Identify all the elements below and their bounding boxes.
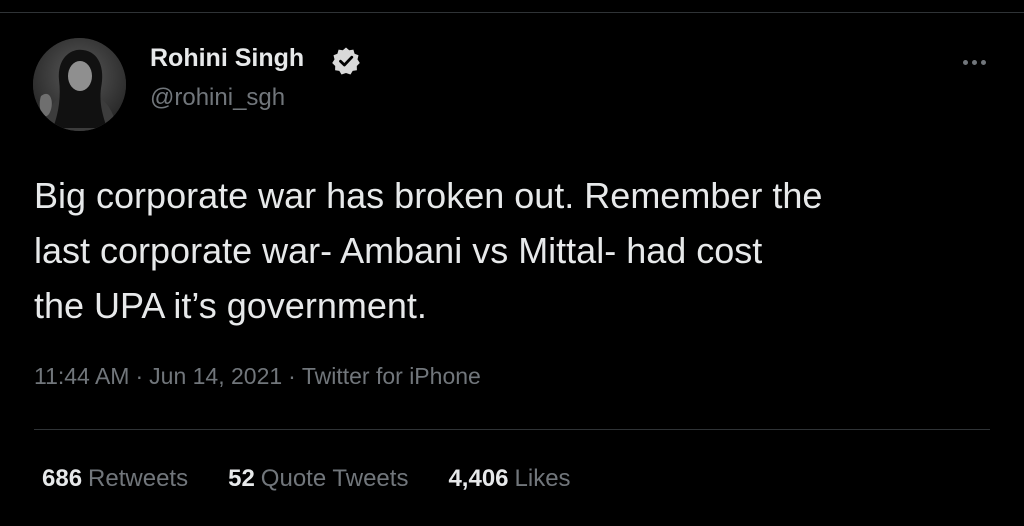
tweet-text-line: Big corporate war has broken out. Rememb… — [34, 175, 823, 216]
verified-badge-icon — [331, 46, 361, 76]
top-divider — [0, 12, 1024, 13]
tweet-text-line: last corporate war- Ambani vs Mittal- ha… — [34, 230, 763, 271]
tweet-time[interactable]: 11:44 AM — [34, 363, 129, 389]
tweet-source[interactable]: Twitter for iPhone — [302, 363, 481, 389]
retweets-label: Retweets — [88, 465, 189, 492]
author-handle[interactable]: @rohini_sgh — [150, 84, 285, 112]
stats-divider — [34, 429, 990, 430]
more-icon — [962, 59, 968, 65]
quote-tweets-count: 52 — [228, 465, 255, 492]
likes-count: 4,406 — [448, 465, 509, 492]
more-icon-dot — [980, 59, 986, 65]
likes-stat[interactable]: 4,406 Likes — [448, 465, 570, 493]
quote-tweets-stat[interactable]: 52 Quote Tweets — [228, 465, 408, 493]
author-name[interactable]: Rohini Singh — [150, 44, 304, 73]
tweet-date[interactable]: Jun 14, 2021 — [149, 363, 282, 389]
likes-label: Likes — [514, 465, 571, 492]
more-icon-dot — [971, 59, 977, 65]
meta-separator: · — [135, 363, 144, 389]
avatar[interactable] — [33, 38, 126, 131]
tweet-text: Big corporate war has broken out. Rememb… — [34, 168, 1014, 333]
engagement-stats: 686 Retweets 52 Quote Tweets 4,406 Likes — [42, 465, 571, 493]
retweets-count: 686 — [42, 465, 83, 492]
tweet-meta: 11:44 AM · Jun 14, 2021 · Twitter for iPhone — [34, 363, 481, 390]
tweet-text-line: the UPA it’s government. — [34, 285, 427, 326]
meta-separator: · — [288, 363, 296, 389]
more-options-button[interactable] — [956, 50, 992, 74]
quote-tweets-label: Quote Tweets — [260, 465, 409, 492]
retweets-stat[interactable]: 686 Retweets — [42, 465, 188, 493]
